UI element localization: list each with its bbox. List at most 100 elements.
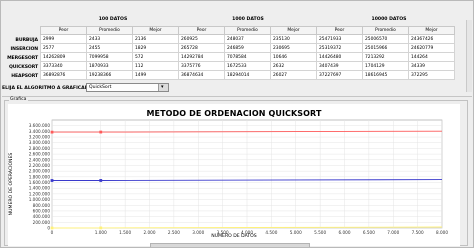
chart-panel-title: Grafica bbox=[9, 97, 28, 102]
y-tick-label: 800.000 bbox=[33, 203, 51, 208]
table-cell[interactable]: 14292784 bbox=[178, 52, 225, 62]
table-cell[interactable]: 7078584 bbox=[224, 52, 271, 62]
y-tick-label: 1.600.000 bbox=[29, 180, 51, 185]
series-point-0 bbox=[99, 130, 103, 134]
column-header[interactable]: Promedio bbox=[362, 26, 409, 35]
group-header-10000: 10000 DATOS bbox=[371, 17, 407, 22]
group-header-1000: 1000 DATOS bbox=[232, 17, 264, 22]
table-cell[interactable]: 3375776 bbox=[178, 61, 225, 71]
column-header[interactable]: Promedio bbox=[86, 26, 133, 35]
column-header[interactable]: Promedio bbox=[224, 26, 271, 35]
line-chart: 0200.000400.000600.000800.0001.000.0001.… bbox=[29, 119, 448, 235]
table-cell[interactable]: 144264 bbox=[408, 52, 455, 62]
table-cell[interactable]: 10646 bbox=[270, 52, 317, 62]
column-header[interactable]: Mejor bbox=[132, 26, 179, 35]
table-cell[interactable]: 7213292 bbox=[362, 52, 409, 62]
table-cell[interactable]: 37227697 bbox=[316, 70, 363, 80]
chart-area: METODO DE ORDENACION QUICKSORT NUMERO DE… bbox=[8, 104, 460, 246]
y-tick-label: 200.000 bbox=[33, 220, 51, 225]
row-label-mergesort: MERGESORT bbox=[7, 56, 38, 61]
column-header[interactable]: Mejor bbox=[270, 26, 317, 35]
table-row[interactable]: 2999 2433 2136 260925 248037 235130 2547… bbox=[40, 34, 455, 44]
y-tick-label: 1.200.000 bbox=[29, 191, 51, 196]
table-cell[interactable]: 1704129 bbox=[362, 61, 409, 71]
table-cell[interactable]: 36874634 bbox=[178, 70, 225, 80]
y-tick-label: 2.200.000 bbox=[29, 163, 51, 168]
series-point-1 bbox=[99, 179, 103, 182]
section-divider bbox=[2, 96, 472, 97]
algorithm-select[interactable]: QuickSort ▾ bbox=[86, 83, 169, 92]
group-header-100: 100 DATOS bbox=[98, 17, 128, 22]
table-row[interactable]: 36892876 19238366 1499 36874634 18294014… bbox=[40, 70, 455, 80]
table-cell[interactable]: 1672533 bbox=[224, 61, 271, 71]
table-cell[interactable]: 14426480 bbox=[316, 52, 363, 62]
table-cell[interactable]: 2999 bbox=[40, 34, 87, 44]
series-point-2 bbox=[99, 226, 103, 230]
table-cell[interactable]: 1829 bbox=[132, 43, 179, 53]
y-tick-label: 2.400.000 bbox=[29, 157, 51, 162]
table-cell[interactable]: 26027 bbox=[270, 70, 317, 80]
table-cell[interactable]: 2433 bbox=[86, 34, 133, 44]
series-point-2 bbox=[50, 226, 54, 230]
table-cell[interactable]: 2632 bbox=[270, 61, 317, 71]
table-cell[interactable]: 230695 bbox=[270, 43, 317, 53]
table-cell[interactable]: 36892876 bbox=[40, 70, 87, 80]
table-cell[interactable]: 1870933 bbox=[86, 61, 133, 71]
y-tick-label: 1.000.000 bbox=[29, 197, 51, 202]
table-cell[interactable]: 34339 bbox=[408, 61, 455, 71]
table-cell[interactable]: 572 bbox=[132, 52, 179, 62]
row-label-heapsort: HEAPSORT bbox=[11, 74, 38, 79]
table-scrollbar[interactable] bbox=[466, 20, 472, 92]
table-cell[interactable]: 24620779 bbox=[408, 43, 455, 53]
table-cell[interactable]: 25006570 bbox=[362, 34, 409, 44]
y-tick-label: 2.600.000 bbox=[29, 152, 51, 157]
table-cell[interactable]: 24367426 bbox=[408, 34, 455, 44]
column-header[interactable]: Peor bbox=[178, 26, 225, 35]
table-row[interactable]: 2577 2455 1829 265728 246859 230695 2531… bbox=[40, 43, 455, 53]
table-cell[interactable]: 2136 bbox=[132, 34, 179, 44]
table-cell[interactable]: 112 bbox=[132, 61, 179, 71]
series-point-1 bbox=[50, 179, 54, 182]
table-cell[interactable]: 2455 bbox=[86, 43, 133, 53]
series-point-0 bbox=[50, 130, 54, 134]
table-row[interactable]: 14262809 7099958 572 14292784 7078584 10… bbox=[40, 52, 455, 62]
table-cell[interactable]: 14262809 bbox=[40, 52, 87, 62]
y-tick-label: 400.000 bbox=[33, 214, 51, 219]
row-label-quicksort: QUICKSORT bbox=[8, 65, 38, 70]
table-cell[interactable]: 7099958 bbox=[86, 52, 133, 62]
table-cell[interactable]: 372295 bbox=[408, 70, 455, 80]
horizontal-scrollbar-thumb[interactable] bbox=[150, 243, 310, 247]
table-cell[interactable]: 3407439 bbox=[316, 61, 363, 71]
y-tick-label: 1.400.000 bbox=[29, 186, 51, 191]
column-header[interactable]: Peor bbox=[40, 26, 87, 35]
table-cell[interactable]: 246859 bbox=[224, 43, 271, 53]
table-cell[interactable]: 2577 bbox=[40, 43, 87, 53]
column-header[interactable]: Mejor bbox=[408, 26, 455, 35]
table-cell[interactable]: 19238366 bbox=[86, 70, 133, 80]
table-cell[interactable]: 18616945 bbox=[362, 70, 409, 80]
table-cell[interactable]: 260925 bbox=[178, 34, 225, 44]
y-tick-label: 2.800.000 bbox=[29, 146, 51, 151]
results-table: Peor Promedio Mejor Peor Promedio Mejor … bbox=[40, 26, 455, 80]
row-label-insercion: INSERCION bbox=[10, 47, 39, 52]
algorithm-select-value: QuickSort bbox=[89, 85, 112, 90]
dropdown-arrow-button[interactable]: ▾ bbox=[158, 84, 168, 91]
table-cell[interactable]: 25471933 bbox=[316, 34, 363, 44]
table-cell[interactable]: 248037 bbox=[224, 34, 271, 44]
y-tick-label: 3.200.000 bbox=[29, 135, 51, 140]
y-tick-label: 600.000 bbox=[33, 208, 51, 213]
table-cell[interactable]: 18294014 bbox=[224, 70, 271, 80]
column-header[interactable]: Peor bbox=[316, 26, 363, 35]
table-cell[interactable]: 25015966 bbox=[362, 43, 409, 53]
table-header-row: Peor Promedio Mejor Peor Promedio Mejor … bbox=[40, 26, 455, 35]
table-cell[interactable]: 265728 bbox=[178, 43, 225, 53]
chevron-down-icon: ▾ bbox=[161, 84, 164, 90]
table-cell[interactable]: 3373340 bbox=[40, 61, 87, 71]
table-cell[interactable]: 1499 bbox=[132, 70, 179, 80]
y-tick-label: 2.000.000 bbox=[29, 169, 51, 174]
table-cell[interactable]: 25319372 bbox=[316, 43, 363, 53]
table-cell[interactable]: 235130 bbox=[270, 34, 317, 44]
row-label-burbuja: BURBUJA bbox=[15, 38, 38, 43]
table-row[interactable]: 3373340 1870933 112 3375776 1672533 2632… bbox=[40, 61, 455, 71]
x-axis-label: NUMERO DE DATOS bbox=[211, 234, 257, 239]
